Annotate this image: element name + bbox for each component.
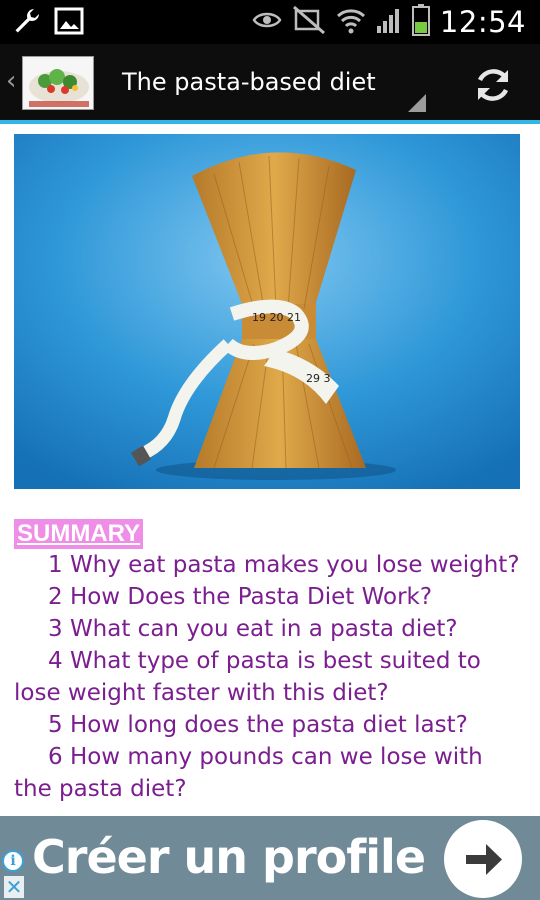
wrench-icon (12, 6, 42, 40)
ad-close-icon[interactable]: ✕ (4, 876, 24, 898)
toc-item[interactable]: 3 What can you eat in a pasta diet? (14, 613, 524, 645)
summary-section: SUMMARY 1 Why eat pasta makes you lose w… (14, 519, 524, 805)
app-logo[interactable] (22, 56, 94, 110)
arrow-right-icon (466, 844, 502, 875)
article-content[interactable]: 19 20 21 29 3 SUMMARY 1 Why eat pasta ma… (0, 124, 540, 816)
toc-item[interactable]: 2 How Does the Pasta Diet Work? (14, 581, 524, 613)
ad-info-icon[interactable]: i (2, 850, 24, 872)
toc-item[interactable]: 6 How many pounds can we lose with the p… (14, 741, 524, 805)
ad-arrow-button[interactable] (444, 820, 522, 898)
refresh-icon[interactable] (472, 64, 514, 106)
action-bar: ‹ The pasta-based diet (0, 44, 540, 120)
toc-item[interactable]: 5 How long does the pasta diet last? (14, 709, 524, 741)
summary-heading[interactable]: SUMMARY (14, 519, 144, 549)
page-title: The pasta-based diet (122, 68, 376, 96)
ad-headline[interactable]: Créer un profile (32, 830, 426, 884)
toc-item[interactable]: 4 What type of pasta is best suited to l… (14, 645, 524, 709)
picture-icon (54, 7, 84, 39)
clock: 12:54 (439, 5, 526, 39)
battery-icon (411, 4, 430, 40)
mute-icon (292, 5, 326, 39)
svg-text:29 3: 29 3 (306, 372, 331, 385)
toc-item[interactable]: 1 Why eat pasta makes you lose weight? (14, 549, 524, 581)
table-of-contents: 1 Why eat pasta makes you lose weight? 2… (14, 549, 524, 805)
wifi-icon (336, 6, 366, 38)
eye-icon (252, 9, 282, 35)
svg-text:19 20 21: 19 20 21 (252, 311, 301, 324)
back-caret-icon[interactable]: ‹ (6, 66, 16, 96)
hero-image: 19 20 21 29 3 (14, 134, 520, 489)
dropdown-corner-icon[interactable] (408, 94, 426, 112)
signal-icon (376, 6, 402, 38)
status-bar: 12:54 (0, 0, 540, 44)
